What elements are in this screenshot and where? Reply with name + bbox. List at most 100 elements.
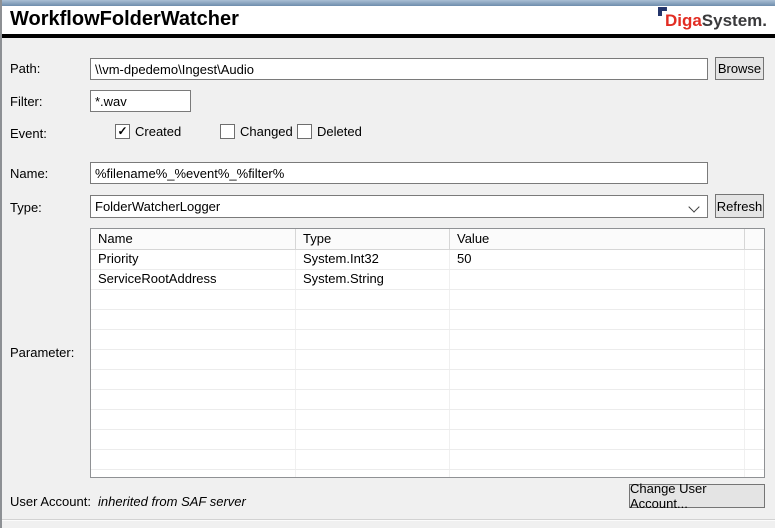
table-cell <box>296 290 450 309</box>
table-cell <box>296 410 450 429</box>
table-cell <box>450 290 745 309</box>
table-cell <box>450 270 745 289</box>
table-cell <box>91 410 296 429</box>
table-cell <box>745 450 764 469</box>
table-cell <box>296 350 450 369</box>
table-row[interactable] <box>91 370 764 390</box>
path-input[interactable]: \\vm-dpedemo\Ingest\Audio <box>90 58 708 80</box>
name-input[interactable]: %filename%_%event%_%filter% <box>90 162 708 184</box>
table-cell <box>745 470 764 478</box>
table-row[interactable] <box>91 450 764 470</box>
type-dropdown[interactable]: FolderWatcherLogger <box>90 195 708 218</box>
table-cell <box>91 390 296 409</box>
table-cell <box>450 430 745 449</box>
created-checkbox-box[interactable]: ✓ <box>115 124 130 139</box>
table-cell <box>91 350 296 369</box>
table-cell <box>450 370 745 389</box>
column-header-name[interactable]: Name <box>91 229 296 249</box>
table-cell <box>450 310 745 329</box>
parameter-table-body: PrioritySystem.Int3250ServiceRootAddress… <box>91 250 764 478</box>
table-cell <box>745 390 764 409</box>
table-row[interactable] <box>91 430 764 450</box>
path-label: Path: <box>10 61 40 76</box>
table-cell <box>296 370 450 389</box>
table-cell: 50 <box>450 250 745 269</box>
event-label: Event: <box>10 126 47 141</box>
table-cell <box>296 390 450 409</box>
changed-checkbox-label: Changed <box>240 124 293 139</box>
table-row[interactable]: PrioritySystem.Int3250 <box>91 250 764 270</box>
browse-button[interactable]: Browse <box>715 57 764 80</box>
table-cell: ServiceRootAddress <box>91 270 296 289</box>
table-cell <box>91 450 296 469</box>
column-header-value[interactable]: Value <box>450 229 745 249</box>
parameter-table-header: Name Type Value <box>91 229 764 250</box>
header-divider <box>2 34 775 38</box>
table-row[interactable] <box>91 390 764 410</box>
checkbox-created[interactable]: ✓ Created <box>115 124 181 139</box>
header: WorkflowFolderWatcher DigaSystem. <box>2 6 775 34</box>
changed-checkbox-box[interactable] <box>220 124 235 139</box>
table-cell <box>745 330 764 349</box>
table-cell <box>450 390 745 409</box>
table-row[interactable] <box>91 470 764 478</box>
parameter-label: Parameter: <box>10 345 74 360</box>
table-row[interactable] <box>91 310 764 330</box>
table-cell <box>745 310 764 329</box>
checkbox-deleted[interactable]: Deleted <box>297 124 362 139</box>
table-cell <box>745 290 764 309</box>
table-row[interactable] <box>91 290 764 310</box>
user-account-label: User Account: <box>10 494 91 509</box>
table-cell <box>296 430 450 449</box>
user-account-value: inherited from SAF server <box>98 494 246 509</box>
table-row[interactable]: ServiceRootAddressSystem.String <box>91 270 764 290</box>
bottom-divider <box>2 519 775 521</box>
page-title: WorkflowFolderWatcher <box>10 8 239 31</box>
table-row[interactable] <box>91 330 764 350</box>
table-cell <box>745 250 764 269</box>
table-cell <box>91 330 296 349</box>
type-label: Type: <box>10 200 42 215</box>
table-cell <box>450 330 745 349</box>
table-cell <box>450 470 745 478</box>
table-cell <box>296 310 450 329</box>
table-cell <box>91 470 296 478</box>
table-cell <box>296 450 450 469</box>
table-cell <box>745 410 764 429</box>
digasystem-logo: DigaSystem. <box>665 11 767 31</box>
table-cell <box>745 430 764 449</box>
chevron-down-icon <box>688 201 699 212</box>
table-cell <box>91 430 296 449</box>
logo-text-diga: Diga <box>665 11 702 30</box>
column-header-spacer <box>745 229 764 249</box>
table-cell: System.Int32 <box>296 250 450 269</box>
table-cell <box>745 350 764 369</box>
deleted-checkbox-label: Deleted <box>317 124 362 139</box>
name-label: Name: <box>10 166 48 181</box>
table-cell <box>450 410 745 429</box>
table-cell <box>745 270 764 289</box>
table-cell <box>745 370 764 389</box>
table-cell: Priority <box>91 250 296 269</box>
table-cell <box>296 330 450 349</box>
table-cell <box>91 370 296 389</box>
deleted-checkbox-box[interactable] <box>297 124 312 139</box>
table-cell <box>91 310 296 329</box>
filter-label: Filter: <box>10 94 43 109</box>
type-dropdown-value: FolderWatcherLogger <box>95 199 220 214</box>
created-checkbox-label: Created <box>135 124 181 139</box>
change-user-account-button[interactable]: Change User Account... <box>629 484 765 508</box>
table-cell <box>450 450 745 469</box>
checkbox-changed[interactable]: Changed <box>220 124 293 139</box>
column-header-type[interactable]: Type <box>296 229 450 249</box>
parameter-table[interactable]: Name Type Value PrioritySystem.Int3250Se… <box>90 228 765 478</box>
table-row[interactable] <box>91 410 764 430</box>
table-row[interactable] <box>91 350 764 370</box>
filter-input[interactable]: *.wav <box>90 90 191 112</box>
logo-text-system: System. <box>702 11 767 30</box>
table-cell <box>450 350 745 369</box>
workflow-folder-watcher-dialog: WorkflowFolderWatcher DigaSystem. Path: … <box>0 0 775 528</box>
table-cell: System.String <box>296 270 450 289</box>
refresh-button[interactable]: Refresh <box>715 194 764 218</box>
table-cell <box>296 470 450 478</box>
